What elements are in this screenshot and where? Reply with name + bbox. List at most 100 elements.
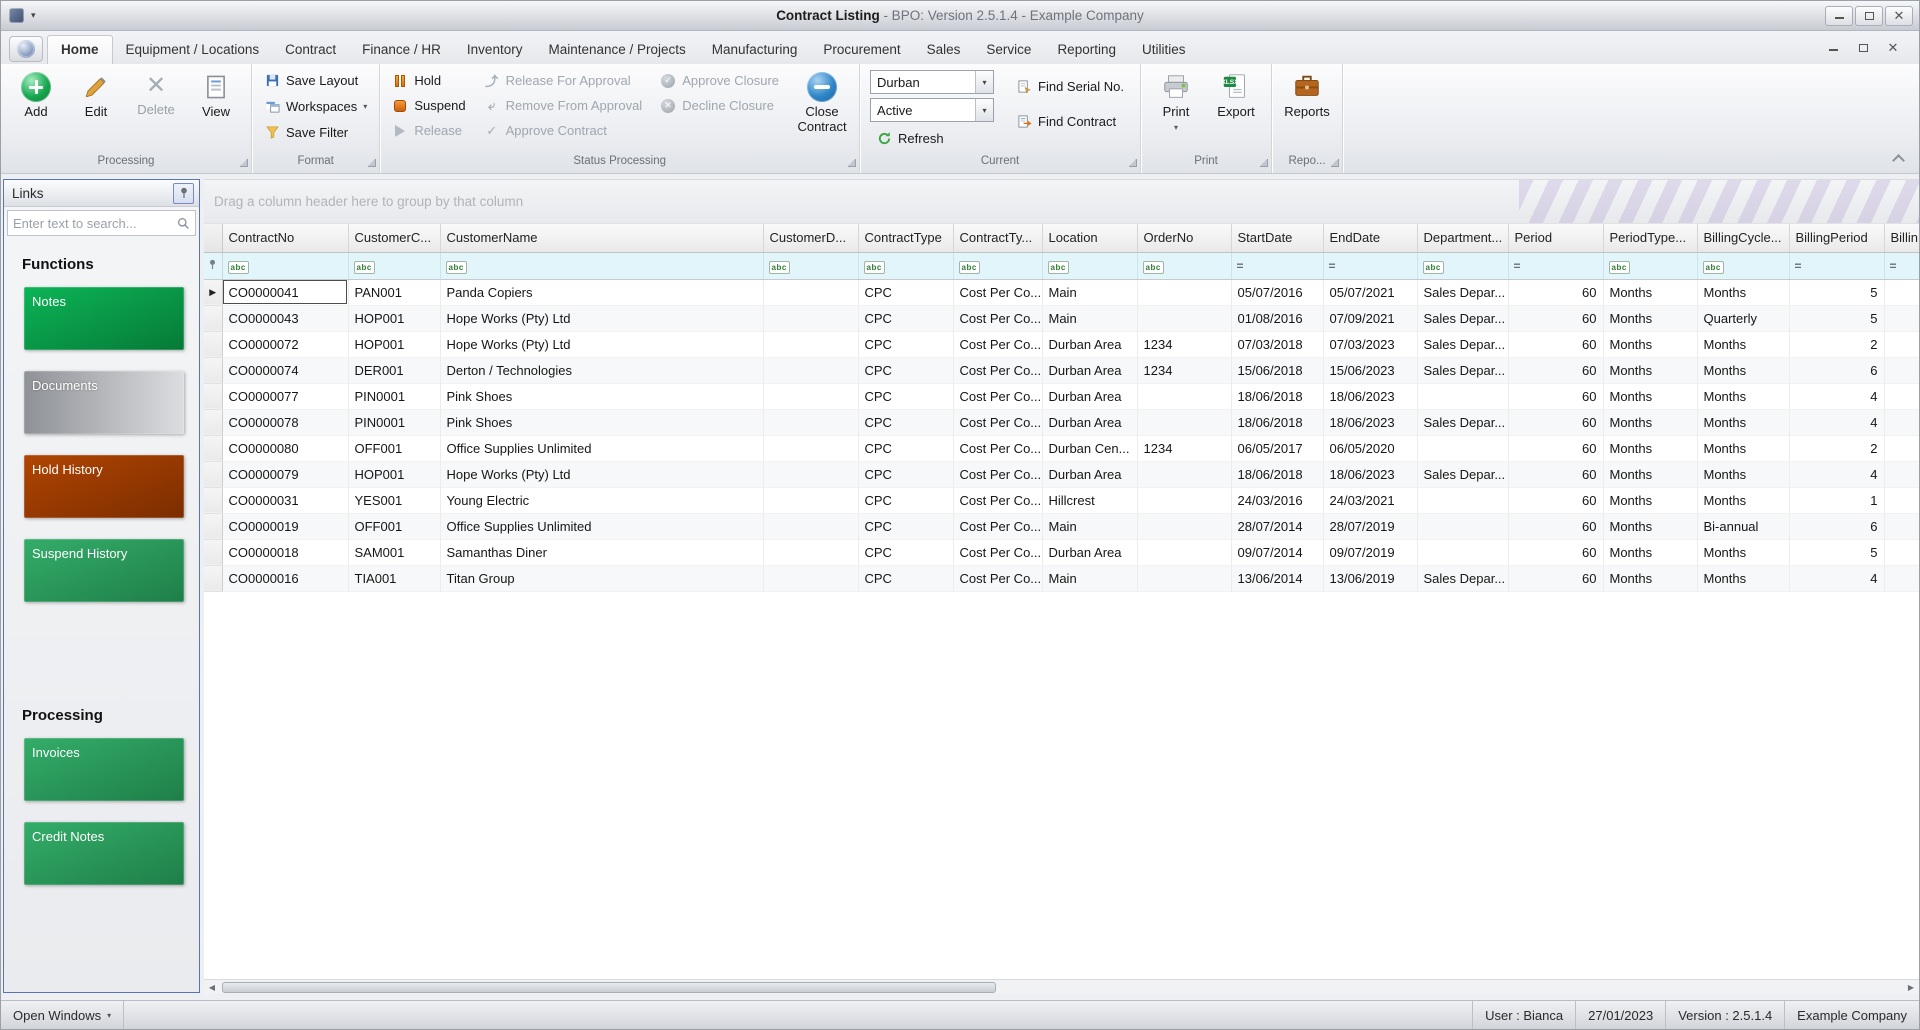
- tab-utilities[interactable]: Utilities: [1129, 36, 1199, 64]
- approve-closure-button[interactable]: ✓ Approve Closure: [654, 68, 785, 93]
- filter-cell-customerd[interactable]: abc: [763, 252, 859, 280]
- column-header-periodtype[interactable]: PeriodType...: [1603, 224, 1698, 253]
- remove-from-approval-button[interactable]: ⤶ Remove From Approval: [478, 93, 649, 118]
- release-for-approval-button[interactable]: ⤴ Release For Approval: [478, 68, 649, 93]
- child-close-button[interactable]: ✕: [1883, 40, 1903, 56]
- table-row[interactable]: CO0000016 TIA001 Titan Group CPC Cost Per Co…: [204, 565, 1919, 592]
- add-button[interactable]: Add: [7, 68, 65, 122]
- dialog-launcher-icon[interactable]: [240, 159, 248, 167]
- table-row[interactable]: CO0000018 SAM001 Samanthas Diner CPC Cost Pe…: [204, 539, 1919, 566]
- filter-cell-contracttype[interactable]: abc: [858, 252, 954, 280]
- delete-button[interactable]: ✕ Delete: [127, 68, 185, 120]
- export-button[interactable]: XLSX Export: [1207, 68, 1265, 122]
- release-button[interactable]: Release: [386, 118, 471, 143]
- filter-cell-billingperiod[interactable]: =: [1789, 252, 1885, 280]
- sidebar-button-notes[interactable]: Notes: [24, 287, 184, 350]
- filter-cell-contractno[interactable]: abc: [222, 252, 349, 280]
- scrollbar-thumb[interactable]: [222, 981, 997, 993]
- filter-row-pin-icon[interactable]: [204, 252, 223, 280]
- column-header-location[interactable]: Location: [1042, 224, 1138, 253]
- open-windows-button[interactable]: Open Windows ▾: [1, 1001, 125, 1029]
- tab-home[interactable]: Home: [47, 35, 113, 64]
- table-row[interactable]: CO0000031 YES001 Young Electric CPC Cost Per…: [204, 487, 1919, 514]
- tab-contract[interactable]: Contract: [272, 36, 349, 64]
- tab-procurement[interactable]: Procurement: [810, 36, 913, 64]
- filter-cell-location[interactable]: abc: [1042, 252, 1138, 280]
- app-menu-button[interactable]: [9, 36, 43, 62]
- filter-cell-enddate[interactable]: =: [1323, 252, 1418, 280]
- column-header-contracttype[interactable]: ContractType: [858, 224, 954, 253]
- column-header-period[interactable]: Period: [1508, 224, 1604, 253]
- dialog-launcher-icon[interactable]: [1331, 159, 1340, 167]
- search-icon[interactable]: [177, 217, 190, 230]
- find-contract-button[interactable]: Find Contract: [1010, 109, 1130, 134]
- dialog-launcher-icon[interactable]: [848, 159, 857, 167]
- dialog-launcher-icon[interactable]: [368, 159, 377, 167]
- tab-reporting[interactable]: Reporting: [1044, 36, 1129, 64]
- child-restore-button[interactable]: [1853, 40, 1873, 56]
- pin-button[interactable]: [173, 182, 194, 204]
- site-dropdown[interactable]: Durban ▾: [870, 70, 995, 94]
- table-row[interactable]: CO0000072 HOP001 Hope Works (Pty) Ltd CPC Co…: [204, 331, 1919, 358]
- group-by-bar[interactable]: Drag a column header here to group by th…: [204, 180, 1919, 224]
- print-button[interactable]: Print ▾: [1147, 68, 1205, 134]
- tab-finance-hr[interactable]: Finance / HR: [349, 36, 454, 64]
- tab-manufacturing[interactable]: Manufacturing: [699, 36, 811, 64]
- refresh-button[interactable]: Refresh: [870, 126, 994, 151]
- sidebar-button-suspend-history[interactable]: Suspend History: [24, 539, 184, 602]
- table-row[interactable]: CO0000080 OFF001 Office Supplies Unlimited…: [204, 435, 1919, 462]
- suspend-button[interactable]: Suspend: [386, 93, 471, 118]
- tab-service[interactable]: Service: [973, 36, 1044, 64]
- sidebar-button-credit-notes[interactable]: Credit Notes: [24, 822, 184, 885]
- filter-cell-period[interactable]: =: [1508, 252, 1604, 280]
- find-serial-button[interactable]: Find Serial No.: [1010, 74, 1130, 99]
- tab-equipment-locations[interactable]: Equipment / Locations: [113, 36, 273, 64]
- status-dropdown[interactable]: Active ▾: [870, 98, 995, 122]
- table-row[interactable]: CO0000043 HOP001 Hope Works (Pty) Ltd CPC Co…: [204, 305, 1919, 332]
- tab-sales[interactable]: Sales: [914, 36, 974, 64]
- column-header-enddate[interactable]: EndDate: [1323, 224, 1418, 253]
- column-header-billingcycle[interactable]: BillingCycle...: [1697, 224, 1790, 253]
- filter-cell-customerc[interactable]: abc: [348, 252, 441, 280]
- sidebar-button-invoices[interactable]: Invoices: [24, 738, 184, 801]
- table-row[interactable]: CO0000074 DER001 Derton / Technologies CPC C…: [204, 357, 1919, 384]
- child-minimize-button[interactable]: [1823, 40, 1843, 56]
- table-row[interactable]: CO0000078 PIN0001 Pink Shoes CPC Cost Per Co…: [204, 409, 1919, 436]
- approve-contract-button[interactable]: ✓ Approve Contract: [478, 118, 649, 143]
- quick-access-dropdown-icon[interactable]: ▾: [28, 8, 39, 23]
- table-row[interactable]: ▶ CO0000041 PAN001 Panda Copiers CPC Cost Per…: [204, 279, 1919, 306]
- tab-maintenance-projects[interactable]: Maintenance / Projects: [535, 36, 698, 64]
- tab-inventory[interactable]: Inventory: [454, 36, 536, 64]
- filter-cell-orderno[interactable]: abc: [1137, 252, 1232, 280]
- scrollbar-track[interactable]: [220, 981, 1903, 994]
- hold-button[interactable]: Hold: [386, 68, 471, 93]
- column-header-customername[interactable]: CustomerName: [440, 224, 764, 253]
- filter-cell-department[interactable]: abc: [1417, 252, 1509, 280]
- filter-cell-customername[interactable]: abc: [440, 252, 764, 280]
- workspaces-button[interactable]: Workspaces ▾: [258, 94, 373, 119]
- filter-cell-contractty[interactable]: abc: [953, 252, 1043, 280]
- column-header-contractty[interactable]: ContractTy...: [953, 224, 1043, 253]
- column-header-billin[interactable]: Billin: [1884, 224, 1919, 253]
- scroll-right-icon[interactable]: ▶: [1903, 981, 1919, 994]
- column-header-startdate[interactable]: StartDate: [1231, 224, 1324, 253]
- save-layout-button[interactable]: Save Layout: [258, 68, 373, 93]
- column-header-orderno[interactable]: OrderNo: [1137, 224, 1232, 253]
- close-contract-button[interactable]: Close Contract: [791, 68, 853, 137]
- table-row[interactable]: CO0000077 PIN0001 Pink Shoes CPC Cost Per Co…: [204, 383, 1919, 410]
- sidebar-search-input[interactable]: [13, 215, 177, 231]
- filter-cell-billin[interactable]: =: [1884, 252, 1919, 280]
- dialog-launcher-icon[interactable]: [1260, 159, 1269, 167]
- sidebar-button-documents[interactable]: Documents: [24, 371, 184, 434]
- save-filter-button[interactable]: Save Filter: [258, 120, 373, 145]
- chevron-up-icon[interactable]: [1892, 154, 1905, 167]
- table-row[interactable]: CO0000079 HOP001 Hope Works (Pty) Ltd CPC Co…: [204, 461, 1919, 488]
- view-button[interactable]: View: [187, 68, 245, 122]
- horizontal-scrollbar[interactable]: ◀ ▶: [204, 979, 1919, 994]
- table-row[interactable]: CO0000019 OFF001 Office Supplies Unlimited…: [204, 513, 1919, 540]
- dialog-launcher-icon[interactable]: [1129, 159, 1138, 167]
- edit-button[interactable]: Edit: [67, 68, 125, 122]
- sidebar-button-hold-history[interactable]: Hold History: [24, 455, 184, 518]
- reports-button[interactable]: Reports: [1278, 68, 1336, 122]
- column-header-customerc[interactable]: CustomerC...: [348, 224, 441, 253]
